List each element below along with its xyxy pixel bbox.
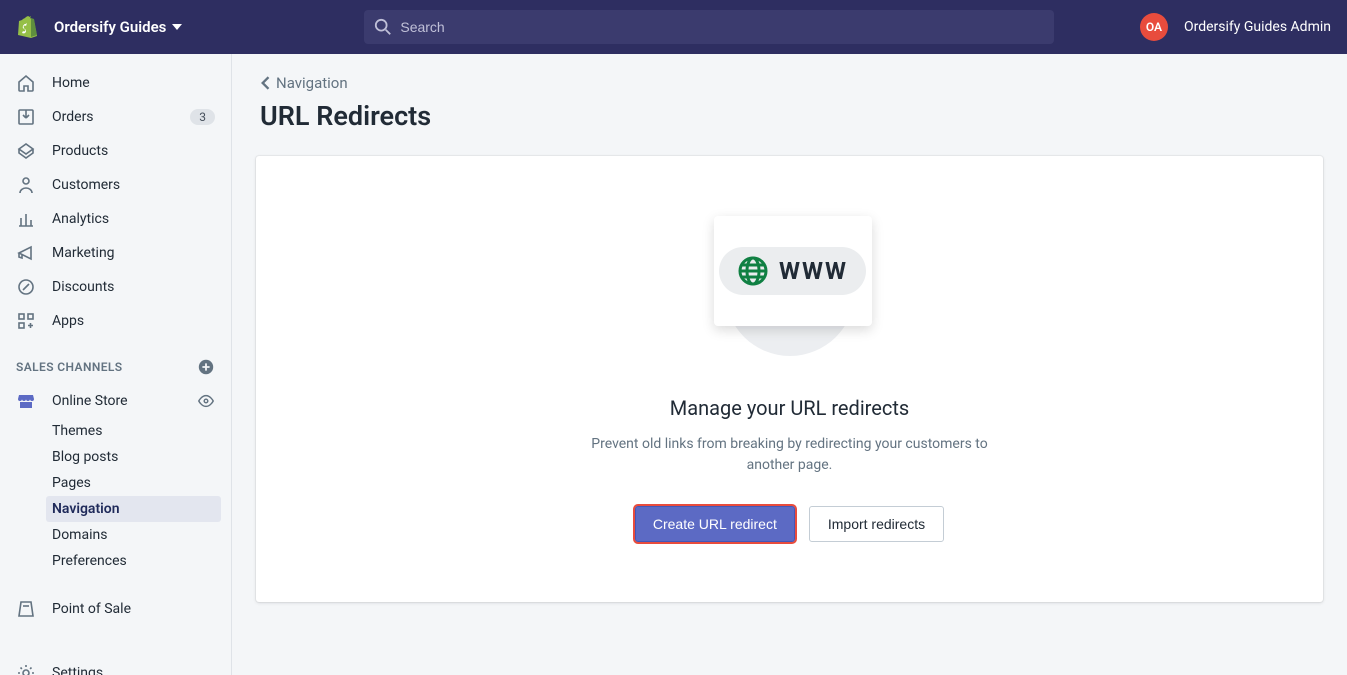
www-label: WWW <box>779 257 848 285</box>
chevron-left-icon <box>260 76 270 90</box>
store-icon <box>16 391 36 411</box>
marketing-icon <box>16 243 36 263</box>
store-name-label: Ordersify Guides <box>54 18 166 36</box>
customers-icon <box>16 175 36 195</box>
gear-icon <box>16 663 36 675</box>
empty-heading: Manage your URL redirects <box>670 396 909 420</box>
page-title: URL Redirects <box>256 100 1323 132</box>
subnav-themes[interactable]: Themes <box>52 418 221 444</box>
nav-customers[interactable]: Customers <box>0 168 231 202</box>
globe-icon <box>737 255 769 287</box>
nav-products[interactable]: Products <box>0 134 231 168</box>
breadcrumb-back[interactable]: Navigation <box>256 74 1323 92</box>
add-channel-icon[interactable] <box>197 358 215 376</box>
store-switcher[interactable]: Ordersify Guides <box>54 18 182 36</box>
nav-apps[interactable]: Apps <box>0 304 231 338</box>
empty-state-card: WWW Manage your URL redirects Prevent ol… <box>256 156 1323 602</box>
shopify-logo-icon <box>16 15 38 39</box>
pos-icon <box>16 599 36 619</box>
search-input[interactable] <box>364 10 1054 44</box>
subnav-blog-posts[interactable]: Blog posts <box>52 444 221 470</box>
subnav-domains[interactable]: Domains <box>52 522 221 548</box>
discounts-icon <box>16 277 36 297</box>
empty-subtext: Prevent old links from breaking by redir… <box>580 434 1000 476</box>
import-redirects-button[interactable]: Import redirects <box>809 506 944 542</box>
channel-point-of-sale[interactable]: Point of Sale <box>0 592 231 626</box>
sales-channels-header: SALES CHANNELS <box>0 338 231 384</box>
caret-down-icon <box>172 24 182 30</box>
orders-badge: 3 <box>190 109 215 125</box>
orders-icon <box>16 107 36 127</box>
topbar: Ordersify Guides OA Ordersify Guides Adm… <box>0 0 1347 54</box>
subnav-preferences[interactable]: Preferences <box>52 548 221 574</box>
products-icon <box>16 141 36 161</box>
sidebar: Home Orders 3 Products Customers A <box>0 54 232 675</box>
channel-online-store[interactable]: Online Store <box>0 384 231 418</box>
avatar[interactable]: OA <box>1140 13 1168 41</box>
apps-icon <box>16 311 36 331</box>
search-icon <box>374 18 392 36</box>
home-icon <box>16 73 36 93</box>
main-content: Navigation URL Redirects <box>232 54 1347 675</box>
username-label: Ordersify Guides Admin <box>1184 19 1331 35</box>
subnav-pages[interactable]: Pages <box>52 470 221 496</box>
nav-orders[interactable]: Orders 3 <box>0 100 231 134</box>
nav-home[interactable]: Home <box>0 66 231 100</box>
subnav-navigation[interactable]: Navigation <box>46 496 221 522</box>
nav-marketing[interactable]: Marketing <box>0 236 231 270</box>
analytics-icon <box>16 209 36 229</box>
empty-illustration: WWW <box>710 216 870 366</box>
nav-settings[interactable]: Settings <box>0 656 231 675</box>
create-url-redirect-button[interactable]: Create URL redirect <box>635 506 795 542</box>
nav-discounts[interactable]: Discounts <box>0 270 231 304</box>
view-store-icon[interactable] <box>197 392 215 410</box>
nav-analytics[interactable]: Analytics <box>0 202 231 236</box>
